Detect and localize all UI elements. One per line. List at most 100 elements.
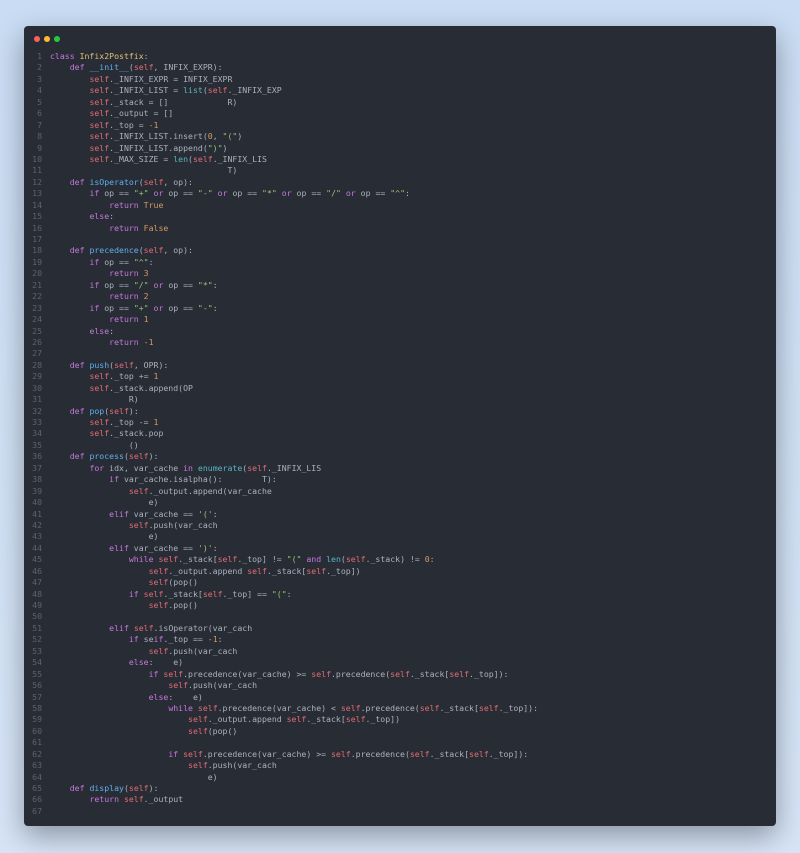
code-text: if self.precedence(var_cache) >= self.pr… bbox=[50, 668, 509, 680]
code-text: def display(self): bbox=[50, 783, 159, 794]
code-token: pop bbox=[89, 405, 105, 416]
code-token: se bbox=[138, 634, 154, 645]
code-line: 19 if op == "^": bbox=[24, 257, 776, 268]
code-token: if bbox=[153, 634, 164, 645]
code-text: def push(self, OPR): bbox=[50, 359, 169, 371]
code-token: self bbox=[89, 382, 110, 393]
code-text: return -1 bbox=[50, 336, 153, 348]
code-line: 44 elif var_cache == ')': bbox=[24, 543, 776, 554]
line-number: 28 bbox=[32, 359, 42, 370]
code-token: ._output bbox=[143, 794, 184, 805]
code-text: self(pop() bbox=[50, 726, 237, 737]
code-token: self bbox=[163, 668, 184, 679]
code-token: : bbox=[143, 51, 149, 61]
code-token: ._top]): bbox=[469, 668, 509, 679]
code-token: ')' bbox=[197, 542, 213, 553]
code-token: , op): bbox=[163, 176, 193, 187]
code-token: self bbox=[89, 119, 110, 130]
line-number: 63 bbox=[32, 760, 42, 771]
code-token: self bbox=[89, 96, 110, 107]
code-token: self bbox=[89, 73, 110, 84]
code-line: 66 return self._output bbox=[24, 794, 776, 805]
line-number: 29 bbox=[32, 371, 42, 382]
line-number: 48 bbox=[32, 588, 42, 599]
code-line: 38 if var_cache.isalpha(): T): bbox=[24, 474, 776, 485]
code-line: 41 elif var_cache == '(': bbox=[24, 509, 776, 520]
line-number: 19 bbox=[32, 256, 42, 267]
code-token: T) bbox=[50, 165, 238, 176]
code-token: self bbox=[89, 142, 110, 153]
line-number: 62 bbox=[32, 748, 42, 759]
code-text: R) bbox=[50, 394, 139, 405]
code-token: ._top]): bbox=[498, 702, 539, 713]
code-token: : bbox=[217, 634, 223, 645]
code-text: if self._stack[self._top] == "(": bbox=[50, 589, 292, 600]
minimize-window-button[interactable] bbox=[44, 36, 50, 42]
code-line: 60 self(pop() bbox=[24, 726, 776, 737]
code-line: 13 if op == "+" or op == "-" or op == "*… bbox=[24, 188, 776, 199]
code-token: op == bbox=[99, 256, 134, 267]
code-text: self._output.append self._stack[self._to… bbox=[50, 714, 400, 725]
code-token: : bbox=[405, 188, 410, 199]
code-text: self._stack.pop bbox=[50, 428, 163, 439]
code-token: self bbox=[133, 622, 154, 633]
code-token: self bbox=[340, 702, 361, 713]
code-token: self bbox=[247, 462, 267, 473]
code-token: op == bbox=[227, 188, 263, 199]
line-number: 41 bbox=[32, 508, 42, 519]
code-token: else bbox=[89, 325, 110, 336]
line-number: 44 bbox=[32, 542, 42, 553]
line-number: 18 bbox=[32, 245, 42, 256]
code-token: def bbox=[50, 359, 90, 370]
code-text: T) bbox=[50, 165, 237, 176]
code-text: if seif._top == -1: bbox=[50, 634, 223, 645]
code-token: op == bbox=[355, 188, 391, 199]
line-number: 49 bbox=[32, 600, 42, 610]
zoom-window-button[interactable] bbox=[54, 36, 60, 42]
code-token: self bbox=[469, 748, 489, 759]
code-token: def bbox=[50, 245, 90, 256]
line-number: 60 bbox=[32, 725, 42, 736]
code-token: "*" bbox=[197, 279, 213, 290]
code-token: def bbox=[50, 451, 90, 462]
code-text: e) bbox=[50, 531, 159, 542]
code-line: 55 if self.precedence(var_cache) >= self… bbox=[24, 669, 776, 680]
code-text: self._MAX_SIZE = len(self._INFIX_LIS bbox=[50, 154, 267, 165]
close-window-button[interactable] bbox=[34, 36, 40, 42]
code-token: R) bbox=[50, 394, 139, 405]
code-text: self.pop() bbox=[50, 600, 198, 611]
code-token: : bbox=[212, 279, 218, 290]
code-line: 17 bbox=[24, 234, 776, 245]
code-token: self bbox=[345, 714, 366, 725]
code-token: if bbox=[109, 474, 120, 485]
line-number: 25 bbox=[32, 325, 42, 336]
code-token: op == bbox=[99, 279, 134, 290]
code-line: 40 e) bbox=[24, 497, 776, 508]
code-token: if bbox=[128, 634, 139, 645]
code-line: 1 class Infix2Postfix: bbox=[24, 51, 776, 62]
code-text: e) bbox=[50, 497, 159, 508]
code-token: return bbox=[109, 336, 139, 347]
code-line: 14 return True bbox=[24, 200, 776, 211]
code-token: self bbox=[247, 565, 267, 576]
code-line: 57 else: e) bbox=[24, 692, 776, 703]
code-token: : bbox=[148, 256, 154, 267]
line-number: 65 bbox=[32, 783, 42, 793]
line-number: 33 bbox=[32, 417, 42, 427]
code-text: self._INFIX_LIST = list(self._INFIX_EXP bbox=[50, 85, 281, 96]
code-token: push bbox=[89, 359, 110, 370]
code-token: .isOperator(var_cach bbox=[153, 622, 253, 633]
code-token: self bbox=[188, 714, 208, 725]
code-text: self.push(var_cach bbox=[50, 680, 257, 691]
code-text: self._top = -1 bbox=[50, 120, 158, 131]
code-token: self bbox=[409, 748, 430, 759]
